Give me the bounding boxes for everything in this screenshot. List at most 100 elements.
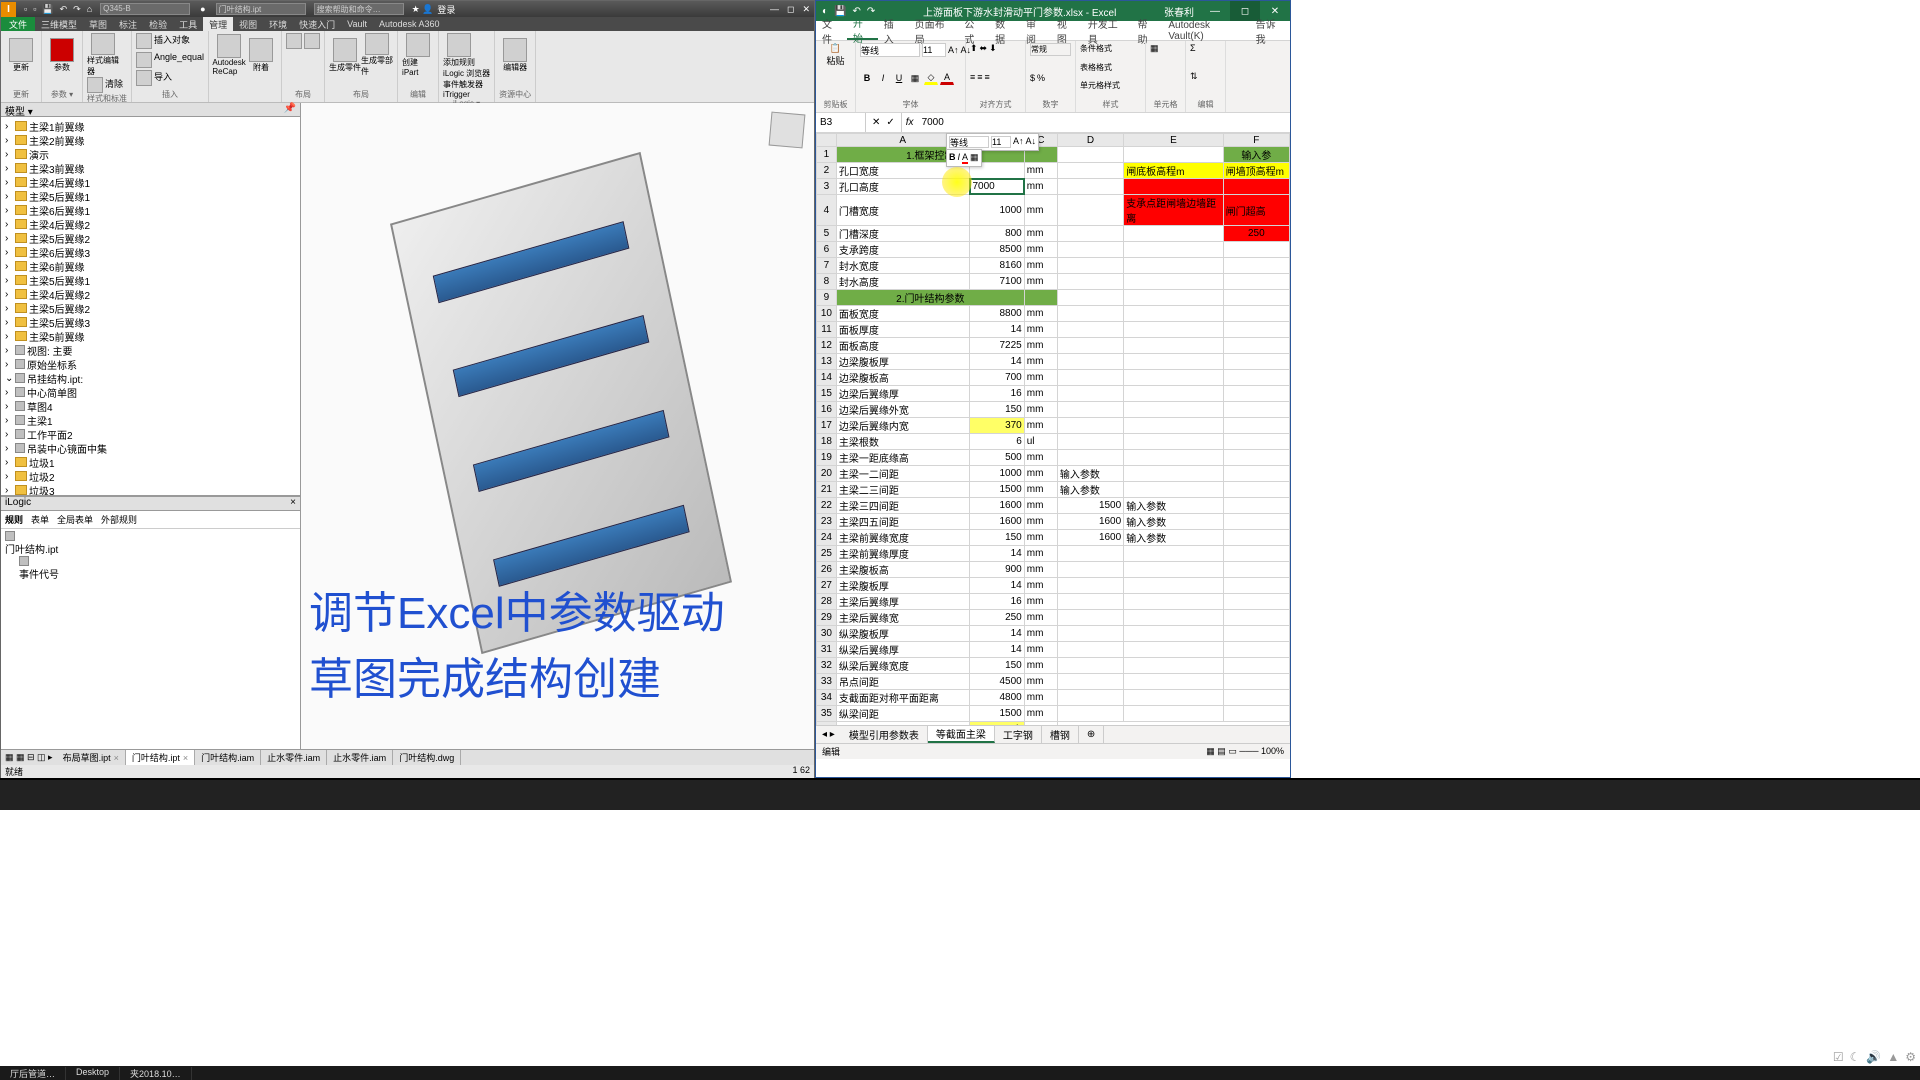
unit-cell[interactable]: mm bbox=[1024, 642, 1057, 658]
tree-item[interactable]: ›工作平面2 bbox=[5, 427, 296, 441]
mini-italic-icon[interactable]: I bbox=[958, 152, 961, 164]
row-header[interactable]: 18 bbox=[817, 434, 837, 450]
zoom-level[interactable]: 100% bbox=[1261, 746, 1284, 756]
ribbon-tab[interactable]: 管理 bbox=[203, 17, 233, 31]
ribbon-tab[interactable]: Autodesk A360 bbox=[373, 17, 446, 31]
cell[interactable] bbox=[1124, 674, 1223, 690]
param-name-cell[interactable]: 支截面距对称平面距离 bbox=[836, 690, 969, 706]
row-header[interactable]: 15 bbox=[817, 386, 837, 402]
cell[interactable] bbox=[1223, 530, 1289, 546]
taskbar-item[interactable]: 夹2018.10… bbox=[120, 1067, 192, 1080]
cell[interactable]: 输入参数 bbox=[1124, 514, 1223, 530]
cell[interactable]: 闸底板高程m bbox=[1124, 163, 1223, 179]
tree-item[interactable]: ›吊装中心镜面中集 bbox=[5, 441, 296, 455]
cell[interactable] bbox=[1223, 498, 1289, 514]
unit-cell[interactable]: mm bbox=[1024, 690, 1057, 706]
param-name-cell[interactable]: 纵梁后翼缘宽度 bbox=[836, 658, 969, 674]
doc-tab-combo[interactable]: 门叶结构.ipt bbox=[216, 3, 306, 15]
row-header[interactable]: 28 bbox=[817, 594, 837, 610]
param-value-cell[interactable]: 14 bbox=[969, 578, 1024, 594]
tree-item[interactable]: ›原始坐标系 bbox=[5, 357, 296, 371]
params-button[interactable]: 参数 bbox=[46, 33, 78, 77]
row-header[interactable]: 11 bbox=[817, 322, 837, 338]
row-header[interactable]: 16 bbox=[817, 402, 837, 418]
file-tab[interactable]: 文件 bbox=[1, 17, 35, 31]
cell[interactable] bbox=[1124, 402, 1223, 418]
param-value-cell[interactable]: 8500 bbox=[969, 242, 1024, 258]
fill-color-button[interactable]: ◇ bbox=[924, 71, 938, 85]
tab-close-icon[interactable]: × bbox=[114, 753, 119, 763]
unit-cell[interactable]: mm bbox=[1024, 610, 1057, 626]
cell[interactable] bbox=[1057, 690, 1123, 706]
unit-cell[interactable]: mm bbox=[1024, 163, 1057, 179]
ilogic-item[interactable]: 门叶结构.ipt bbox=[5, 531, 296, 556]
param-value-cell[interactable]: 4800 bbox=[969, 690, 1024, 706]
param-name-cell[interactable]: 边梁后翼缘内宽 bbox=[836, 418, 969, 434]
unit-cell[interactable]: mm bbox=[1024, 674, 1057, 690]
param-name-cell[interactable]: 主梁一距底缘高 bbox=[836, 450, 969, 466]
minimize-icon[interactable]: — bbox=[770, 4, 779, 15]
row-header[interactable]: 7 bbox=[817, 258, 837, 274]
cell[interactable] bbox=[1057, 195, 1123, 226]
excel-tab[interactable]: 页面布局 bbox=[909, 21, 959, 40]
tree-item[interactable]: ›垃圾3 bbox=[5, 483, 296, 497]
tree-item[interactable]: ›主梁1前翼缘 bbox=[5, 119, 296, 133]
cell[interactable] bbox=[1223, 706, 1289, 722]
param-name-cell[interactable]: 纵梁间距 bbox=[836, 706, 969, 722]
cell[interactable] bbox=[1057, 706, 1123, 722]
cell[interactable] bbox=[1223, 402, 1289, 418]
cell[interactable] bbox=[1057, 370, 1123, 386]
param-name-cell[interactable]: 吊点间距 bbox=[836, 674, 969, 690]
param-name-cell[interactable]: 主梁前翼缘宽度 bbox=[836, 530, 969, 546]
param-name-cell[interactable]: 主梁一二间距 bbox=[836, 466, 969, 482]
param-name-cell[interactable]: 封水高度 bbox=[836, 274, 969, 290]
align-right-icon[interactable]: ≡ bbox=[985, 72, 990, 82]
cell[interactable]: 输入参数 bbox=[1124, 530, 1223, 546]
param-name-cell[interactable]: 主梁后翼缘宽 bbox=[836, 610, 969, 626]
cell[interactable]: 250 bbox=[1223, 226, 1289, 242]
cell[interactable]: 输入参数 bbox=[1057, 482, 1123, 498]
document-tab[interactable]: 门叶结构.ipt× bbox=[126, 750, 195, 765]
make-comp-button[interactable]: 生成零部件 bbox=[361, 33, 393, 77]
unit-cell[interactable]: mm bbox=[1024, 466, 1057, 482]
ribbon-tab[interactable]: 工具 bbox=[173, 17, 203, 31]
cell[interactable] bbox=[1223, 610, 1289, 626]
make-part-button[interactable]: 生成零件 bbox=[329, 33, 361, 77]
row-header[interactable]: 27 bbox=[817, 578, 837, 594]
ribbon-tab[interactable]: 快速入门 bbox=[293, 17, 341, 31]
param-name-cell[interactable]: 主梁腹板厚 bbox=[836, 578, 969, 594]
tree-item[interactable]: ›主梁6前翼缘 bbox=[5, 259, 296, 273]
unit-cell[interactable]: mm bbox=[1024, 626, 1057, 642]
document-tab[interactable]: 门叶结构.iam bbox=[195, 750, 261, 765]
unit-cell[interactable]: mm bbox=[1024, 530, 1057, 546]
row-header[interactable]: 23 bbox=[817, 514, 837, 530]
param-name-cell[interactable]: 边梁后翼缘厚 bbox=[836, 386, 969, 402]
param-value-cell[interactable]: 8160 bbox=[969, 258, 1024, 274]
document-tab[interactable]: 止水零件.iam bbox=[261, 750, 327, 765]
param-name-cell[interactable]: 面板厚度 bbox=[836, 322, 969, 338]
unit-cell[interactable]: mm bbox=[1024, 562, 1057, 578]
cell[interactable] bbox=[1223, 514, 1289, 530]
cell[interactable] bbox=[1124, 354, 1223, 370]
param-value-cell[interactable]: 500 bbox=[969, 450, 1024, 466]
cell[interactable] bbox=[1223, 354, 1289, 370]
param-name-cell[interactable]: 边梁腹板厚 bbox=[836, 354, 969, 370]
cell[interactable] bbox=[1223, 674, 1289, 690]
name-box[interactable]: B3 bbox=[816, 113, 866, 132]
tray-moon-icon[interactable]: ☾ bbox=[1850, 1050, 1861, 1064]
grow-font-icon[interactable]: A↑ bbox=[948, 45, 959, 55]
row-header[interactable]: 3 bbox=[817, 179, 837, 195]
tree-item[interactable]: ›草图4 bbox=[5, 399, 296, 413]
tree-item[interactable]: ›主梁2前翼缘 bbox=[5, 133, 296, 147]
cell[interactable] bbox=[1223, 258, 1289, 274]
tray-sync-icon[interactable]: ☑ bbox=[1833, 1050, 1844, 1064]
qat-home-icon[interactable]: ⌂ bbox=[87, 4, 92, 15]
mini-shrink-icon[interactable]: A↓ bbox=[1026, 136, 1037, 148]
unit-cell[interactable]: mm bbox=[1024, 258, 1057, 274]
tab-nav-icons[interactable]: ▦ ▦ ⊟ ◫ ▸ bbox=[1, 752, 57, 763]
event-trigger-link[interactable]: 事件触发器 bbox=[443, 79, 490, 90]
italic-button[interactable]: I bbox=[876, 71, 890, 85]
row-header[interactable]: 4 bbox=[817, 195, 837, 226]
editor-button[interactable]: 编辑器 bbox=[499, 33, 531, 77]
param-value-cell[interactable]: 700 bbox=[969, 370, 1024, 386]
